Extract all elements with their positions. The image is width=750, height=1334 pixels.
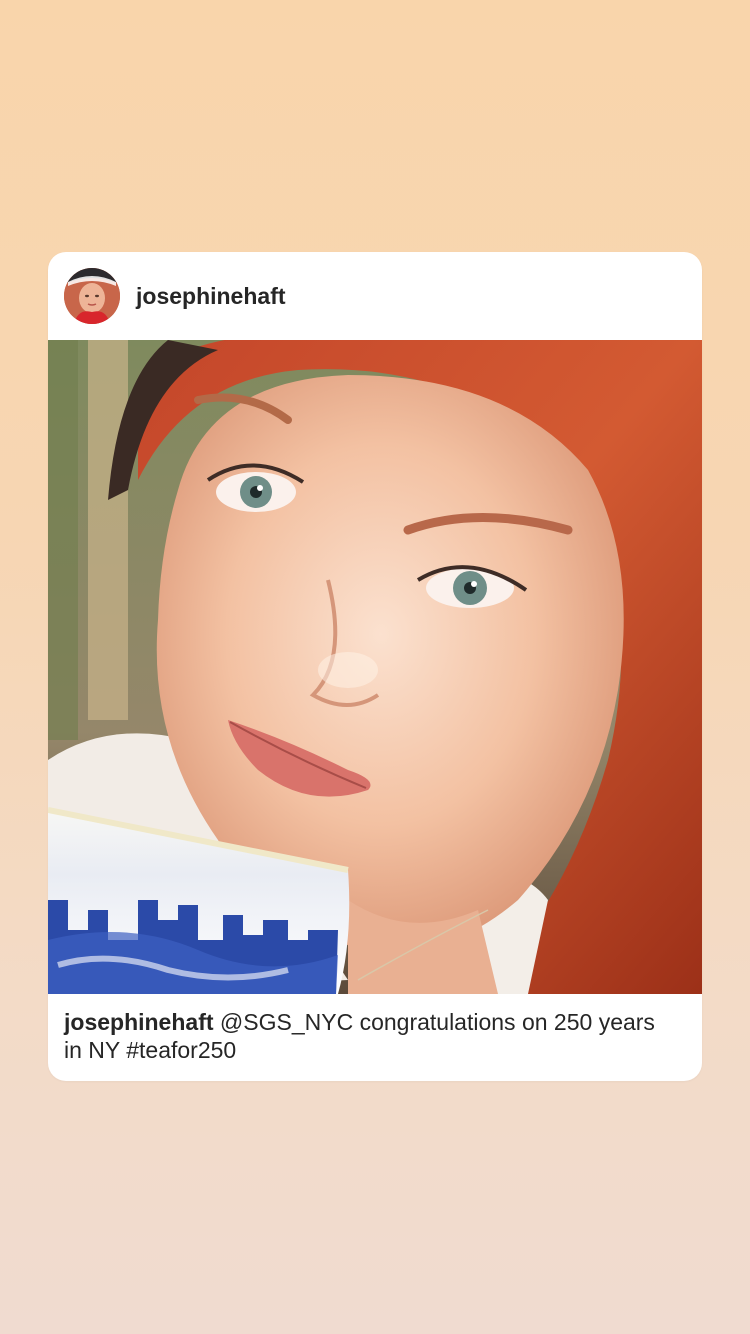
post-photo[interactable] xyxy=(48,340,702,994)
post-author-username[interactable]: josephinehaft xyxy=(136,282,286,310)
post-header: josephinehaft xyxy=(48,252,702,340)
selfie-photo xyxy=(48,340,702,994)
avatar-image xyxy=(64,268,120,324)
avatar[interactable] xyxy=(64,268,120,324)
post-caption: josephinehaft @SGS_NYC congratulations o… xyxy=(64,1008,674,1064)
caption-username[interactable]: josephinehaft xyxy=(64,1009,214,1035)
shared-post-card[interactable]: josephinehaft josephinehaft @SGS_NYC con… xyxy=(48,252,702,1081)
